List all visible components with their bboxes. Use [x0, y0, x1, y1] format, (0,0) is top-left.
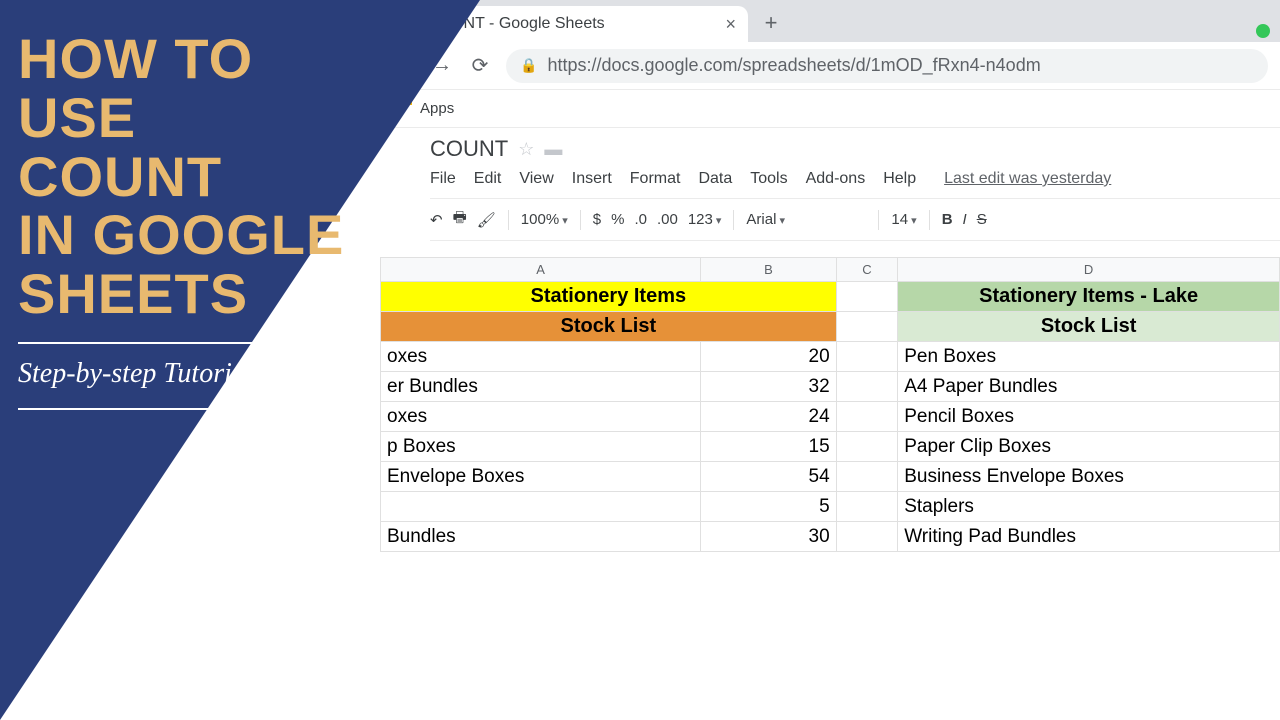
- folder-icon[interactable]: ▬: [544, 139, 562, 160]
- menu-tools[interactable]: Tools: [750, 170, 787, 188]
- subtitle: Step-by-step Tutorial: [18, 358, 344, 390]
- cell[interactable]: Pen Boxes: [898, 342, 1280, 372]
- sheets-header: COUNT ☆ ▬ File Edit View Insert Format D…: [380, 128, 1280, 241]
- italic-button[interactable]: I: [963, 211, 967, 228]
- browser-window: ▦ COUNT - Google Sheets × + ← → ⟳ 🔒 http…: [380, 0, 1280, 720]
- title-line: SHEETS: [18, 265, 344, 324]
- cell-blank[interactable]: [836, 462, 898, 492]
- font-select[interactable]: Arial: [746, 211, 866, 228]
- cell[interactable]: 5: [701, 492, 836, 522]
- increase-decimal-button[interactable]: .00: [657, 211, 678, 228]
- menu-insert[interactable]: Insert: [572, 170, 612, 188]
- cell[interactable]: 20: [701, 342, 836, 372]
- cell-blank[interactable]: [836, 402, 898, 432]
- menu-view[interactable]: View: [519, 170, 553, 188]
- last-edit-info[interactable]: Last edit was yesterday: [944, 170, 1111, 188]
- title-line: HOW TO: [18, 30, 344, 89]
- title-overlay-text: HOW TO USE COUNT IN GOOGLE SHEETS Step-b…: [18, 30, 344, 424]
- menu-bar: File Edit View Insert Format Data Tools …: [430, 164, 1280, 194]
- menu-format[interactable]: Format: [630, 170, 681, 188]
- table2-title[interactable]: Stationery Items - Lake: [898, 282, 1280, 312]
- bold-button[interactable]: B: [942, 211, 953, 228]
- divider: [18, 342, 278, 344]
- menu-data[interactable]: Data: [698, 170, 732, 188]
- cell-blank[interactable]: [836, 492, 898, 522]
- col-header[interactable]: B: [701, 258, 836, 282]
- cell-blank[interactable]: [836, 432, 898, 462]
- cell[interactable]: 54: [701, 462, 836, 492]
- table2-subtitle[interactable]: Stock List: [898, 312, 1280, 342]
- cell[interactable]: Paper Clip Boxes: [898, 432, 1280, 462]
- lock-icon: 🔒: [520, 57, 537, 74]
- spreadsheet-grid[interactable]: A B C D Stationery Items Stationery Item…: [380, 257, 1280, 552]
- cell[interactable]: 24: [701, 402, 836, 432]
- title-line: IN GOOGLE: [18, 206, 344, 265]
- address-bar-row: ← → ⟳ 🔒 https://docs.google.com/spreadsh…: [380, 42, 1280, 90]
- cell-blank[interactable]: [836, 372, 898, 402]
- zoom-select[interactable]: 100%: [521, 211, 568, 228]
- new-tab-button[interactable]: +: [756, 8, 786, 38]
- title-line: COUNT: [18, 148, 344, 207]
- tab-strip: ▦ COUNT - Google Sheets × +: [380, 0, 1280, 42]
- menu-addons[interactable]: Add-ons: [806, 170, 866, 188]
- toolbar: ↶ 🖶 🖌 100% $ % .0 .00 123 Arial 14 B I S: [430, 198, 1280, 241]
- col-header[interactable]: C: [836, 258, 898, 282]
- cell[interactable]: 15: [701, 432, 836, 462]
- divider: [18, 408, 278, 410]
- bookmarks-bar: Apps: [380, 90, 1280, 128]
- cell-blank[interactable]: [836, 522, 898, 552]
- title-line: USE: [18, 89, 344, 148]
- cell[interactable]: Staplers: [898, 492, 1280, 522]
- font-size-select[interactable]: 14: [891, 211, 916, 228]
- address-bar[interactable]: 🔒 https://docs.google.com/spreadsheets/d…: [506, 49, 1268, 83]
- cell-blank[interactable]: [836, 312, 898, 342]
- cell[interactable]: Pencil Boxes: [898, 402, 1280, 432]
- cell[interactable]: Writing Pad Bundles: [898, 522, 1280, 552]
- percent-button[interactable]: %: [611, 211, 624, 228]
- cell[interactable]: A4 Paper Bundles: [898, 372, 1280, 402]
- url-text: https://docs.google.com/spreadsheets/d/1…: [547, 55, 1040, 76]
- menu-help[interactable]: Help: [883, 170, 916, 188]
- cell-blank[interactable]: [836, 342, 898, 372]
- decrease-decimal-button[interactable]: .0: [634, 211, 647, 228]
- cell[interactable]: 30: [701, 522, 836, 552]
- strike-button[interactable]: S: [977, 211, 987, 228]
- format-select[interactable]: 123: [688, 211, 722, 228]
- star-icon[interactable]: ☆: [518, 139, 534, 160]
- status-dot: [1256, 24, 1270, 38]
- cell[interactable]: 32: [701, 372, 836, 402]
- close-icon[interactable]: ×: [725, 14, 736, 35]
- cell-blank[interactable]: [836, 282, 898, 312]
- col-header[interactable]: D: [898, 258, 1280, 282]
- currency-button[interactable]: $: [593, 211, 601, 228]
- cell[interactable]: Business Envelope Boxes: [898, 462, 1280, 492]
